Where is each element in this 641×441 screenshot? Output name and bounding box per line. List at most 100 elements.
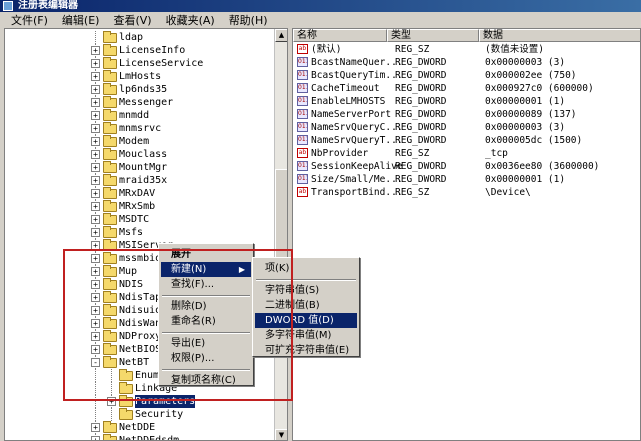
expand-icon[interactable]: +	[91, 332, 100, 341]
tree-item[interactable]: + LicenseInfo	[5, 44, 275, 57]
expand-icon[interactable]: +	[91, 124, 100, 133]
expand-icon[interactable]: +	[91, 46, 100, 55]
context-menu-item[interactable]: 新建(N) ▶	[161, 262, 251, 277]
tree-item[interactable]: + MRxDAV	[5, 187, 275, 200]
registry-value-row[interactable]: 011BcastNameQuer...REG_DWORD 0x00000003 (…	[293, 56, 640, 69]
scroll-down-arrow-icon[interactable]: ▼	[275, 429, 287, 440]
expand-icon[interactable]: +	[91, 293, 100, 302]
tree-item[interactable]: ldap	[5, 31, 275, 44]
tree-item[interactable]: + MSDTC	[5, 213, 275, 226]
expand-icon[interactable]: +	[91, 306, 100, 315]
context-menu-item[interactable]: DWORD 值(D)	[255, 313, 357, 328]
tree-item[interactable]: + Modem	[5, 135, 275, 148]
expand-icon[interactable]: +	[91, 150, 100, 159]
menu-item[interactable]: 帮助(H)	[222, 12, 275, 28]
context-menu-item[interactable]: 导出(E)	[161, 336, 251, 351]
context-menu-item[interactable]: 复制项名称(C)	[161, 373, 251, 388]
registry-value-row[interactable]: ab NbProvider REG_SZ _tcp	[293, 147, 640, 160]
tree-item[interactable]: + Messenger	[5, 96, 275, 109]
tree-item-label: LicenseInfo	[119, 45, 186, 56]
expand-icon[interactable]: +	[91, 163, 100, 172]
menu-item[interactable]: 文件(F)	[4, 12, 55, 28]
tree-item[interactable]: + Msfs	[5, 226, 275, 239]
tree-vertical-scrollbar[interactable]: ▲ ▼	[274, 29, 287, 440]
menu-item[interactable]: 查看(V)	[106, 12, 158, 28]
registry-value-row[interactable]: 011Size/Small/Me...REG_DWORD 0x00000001 (…	[293, 173, 640, 186]
scroll-up-arrow-icon[interactable]: ▲	[275, 29, 287, 42]
folder-icon	[103, 252, 117, 264]
expand-icon[interactable]: +	[91, 423, 100, 432]
value-type: REG_DWORD	[395, 161, 447, 172]
expand-icon[interactable]: +	[91, 345, 100, 354]
tree-item[interactable]: + NetDDE	[5, 421, 275, 434]
menu-item-label: 导出(E)	[171, 338, 206, 349]
tree-item[interactable]: + NetDDEdsdm	[5, 434, 275, 440]
expand-icon[interactable]: +	[91, 267, 100, 276]
registry-value-row[interactable]: ab (默认) REG_SZ (数值未设置)	[293, 43, 640, 56]
expand-icon[interactable]: +	[91, 228, 100, 237]
tree-item-label: Parameters	[133, 394, 197, 409]
context-menu-item[interactable]: 展开	[161, 247, 251, 262]
registry-value-row[interactable]: 011NameServerPortREG_DWORD 0x00000089 (13…	[293, 108, 640, 121]
tree-item[interactable]: + MountMgr	[5, 161, 275, 174]
expand-icon[interactable]: +	[91, 137, 100, 146]
tree-item[interactable]: + Parameters	[5, 394, 275, 409]
column-header-name[interactable]: 名称	[293, 29, 387, 42]
expand-icon[interactable]: +	[91, 319, 100, 328]
registry-value-row[interactable]: 011EnableLMHOSTS REG_DWORD 0x00000001 (1)	[293, 95, 640, 108]
menu-item[interactable]: 编辑(E)	[55, 12, 107, 28]
expand-icon[interactable]: +	[91, 215, 100, 224]
expand-icon[interactable]: +	[91, 280, 100, 289]
expand-icon[interactable]: +	[91, 72, 100, 81]
context-menu-item[interactable]: 字符串值(S)	[255, 283, 357, 298]
column-header-data[interactable]: 数据	[479, 29, 640, 42]
context-menu-item[interactable]: 可扩充字符串值(E)	[255, 343, 357, 358]
tree-item[interactable]: + Mouclass	[5, 148, 275, 161]
context-menu-item[interactable]: 二进制值(B)	[255, 298, 357, 313]
registry-value-row[interactable]: 011NameSrvQueryC...REG_DWORD 0x00000003 (…	[293, 121, 640, 134]
registry-value-row[interactable]: 011CacheTimeout REG_DWORD 0x000927c0 (6000…	[293, 82, 640, 95]
tree-item[interactable]: + mraid35x	[5, 174, 275, 187]
tree-item[interactable]: + LicenseService	[5, 57, 275, 70]
context-menu-item[interactable]: 权限(P)...	[161, 351, 251, 366]
tree-connector-line	[111, 369, 112, 382]
expand-icon[interactable]: +	[91, 202, 100, 211]
expand-icon[interactable]: +	[91, 85, 100, 94]
context-menu-item[interactable]: 删除(D)	[161, 299, 251, 314]
expand-icon[interactable]: +	[91, 241, 100, 250]
tree-item[interactable]: + LmHosts	[5, 70, 275, 83]
expand-icon[interactable]: +	[91, 189, 100, 198]
context-menu-item[interactable]: 多字符串值(M)	[255, 328, 357, 343]
tree-item[interactable]: + MRxSmb	[5, 200, 275, 213]
collapse-icon[interactable]: -	[91, 358, 100, 367]
folder-icon	[103, 109, 117, 121]
tree-item[interactable]: + mnmsrvc	[5, 122, 275, 135]
menu-separator	[162, 295, 250, 297]
expand-icon[interactable]: +	[91, 254, 100, 263]
menu-item-label: 删除(D)	[171, 301, 207, 312]
expand-icon[interactable]: +	[91, 436, 100, 440]
tree-item[interactable]: Security	[5, 408, 275, 421]
menu-item[interactable]: 收藏夹(A)	[159, 12, 222, 28]
column-header-type[interactable]: 类型	[387, 29, 479, 42]
expand-icon[interactable]: +	[91, 176, 100, 185]
expand-icon[interactable]: +	[91, 111, 100, 120]
binary-value-icon: 011	[297, 109, 308, 119]
tree-item[interactable]: + mnmdd	[5, 109, 275, 122]
tree-item[interactable]: + lp6nds35	[5, 83, 275, 96]
string-value-icon: ab	[297, 148, 308, 158]
registry-value-row[interactable]: 011BcastQueryTim...REG_DWORD 0x000002ee (…	[293, 69, 640, 82]
context-menu-item[interactable]: 查找(F)...	[161, 277, 251, 292]
registry-value-row[interactable]: 011NameSrvQueryT...REG_DWORD 0x000005dc (…	[293, 134, 640, 147]
context-menu-item[interactable]: 项(K)	[255, 261, 357, 276]
expand-icon[interactable]: +	[107, 397, 116, 406]
expand-icon[interactable]: +	[91, 59, 100, 68]
value-type: REG_DWORD	[395, 122, 447, 133]
registry-value-row[interactable]: 011SessionKeepAliveREG_DWORD 0x0036ee80 (…	[293, 160, 640, 173]
expand-icon[interactable]: +	[91, 98, 100, 107]
registry-value-row[interactable]: ab TransportBind... REG_SZ \Device\	[293, 186, 640, 199]
tree-item-label: MountMgr	[119, 162, 168, 173]
context-menu-item[interactable]: 重命名(R)	[161, 314, 251, 329]
tree-item-label: NdisWan	[119, 318, 162, 329]
value-type: REG_DWORD	[395, 96, 447, 107]
